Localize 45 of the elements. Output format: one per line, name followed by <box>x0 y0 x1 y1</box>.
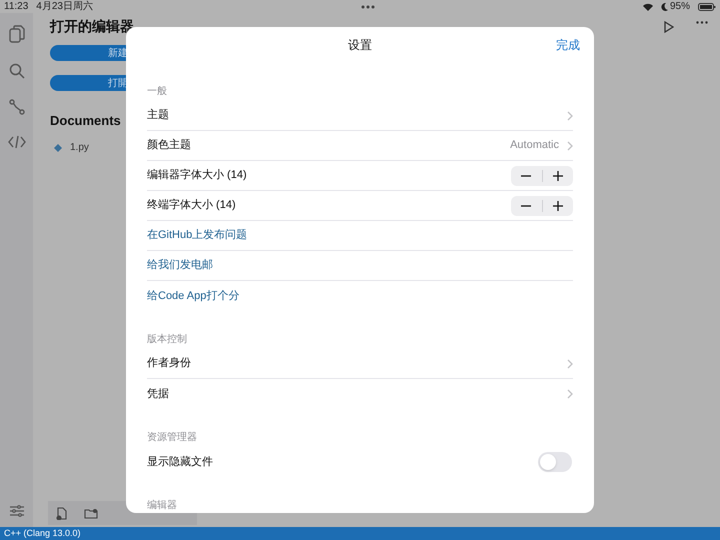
battery-icon <box>698 2 716 10</box>
wifi-icon <box>642 2 653 10</box>
play-icon[interactable] <box>664 21 674 33</box>
status-date: 4月23日周六 <box>36 0 93 14</box>
new-folder-icon[interactable] <box>84 508 98 518</box>
setting-label: 显示隐藏文件 <box>147 454 214 470</box>
setting-label: 终端字体大小 (14) <box>147 198 237 214</box>
files-icon[interactable] <box>8 25 24 43</box>
setting-label[interactable]: 作者身份 <box>147 355 567 372</box>
setting-label[interactable]: 凭据 <box>147 386 567 402</box>
more-dots-icon <box>360 4 375 8</box>
source-control-icon[interactable] <box>8 99 24 115</box>
chevron-icon <box>567 140 573 150</box>
chevron-icon <box>567 358 573 368</box>
folder-title: Documents <box>50 112 121 130</box>
minus-icon <box>521 174 532 176</box>
python-file-icon <box>54 144 62 152</box>
section-header: 版本控制 <box>147 334 187 345</box>
minus-icon <box>521 204 532 206</box>
section-header: 编辑器 <box>147 500 177 511</box>
settings-icon[interactable] <box>10 505 24 517</box>
status-time: 11:23 <box>4 0 28 14</box>
setting-value: Automatic <box>510 138 559 154</box>
search-icon[interactable] <box>8 63 24 79</box>
moon-icon <box>660 2 668 10</box>
plus-icon <box>552 170 563 180</box>
more-icon[interactable] <box>696 21 708 24</box>
done-button[interactable]: 完成 <box>556 36 580 54</box>
plus-icon <box>552 200 563 210</box>
language-label[interactable]: C++ (Clang 13.0.0) <box>4 526 81 540</box>
setting-link[interactable]: 在GitHub上发布问题 <box>147 227 573 244</box>
file-name[interactable]: 1.py <box>70 140 89 155</box>
code-icon[interactable] <box>8 135 26 149</box>
setting-label: 编辑器字体大小 (14) <box>147 168 248 184</box>
chevron-icon <box>567 389 573 399</box>
setting-link[interactable]: 给Code App打个分 <box>147 288 573 304</box>
setting-label[interactable]: 颜色主题 <box>147 137 510 154</box>
chevron-icon <box>567 110 573 120</box>
setting-label[interactable]: 主题 <box>147 107 567 124</box>
toggle-switch[interactable] <box>538 452 572 472</box>
dialog-title: 设置 <box>348 37 372 54</box>
section-header: 资源管理器 <box>147 432 197 443</box>
setting-link[interactable]: 给我们发电邮 <box>147 257 573 274</box>
battery-percent: 95% <box>670 0 690 14</box>
new-file-icon[interactable] <box>56 506 68 520</box>
